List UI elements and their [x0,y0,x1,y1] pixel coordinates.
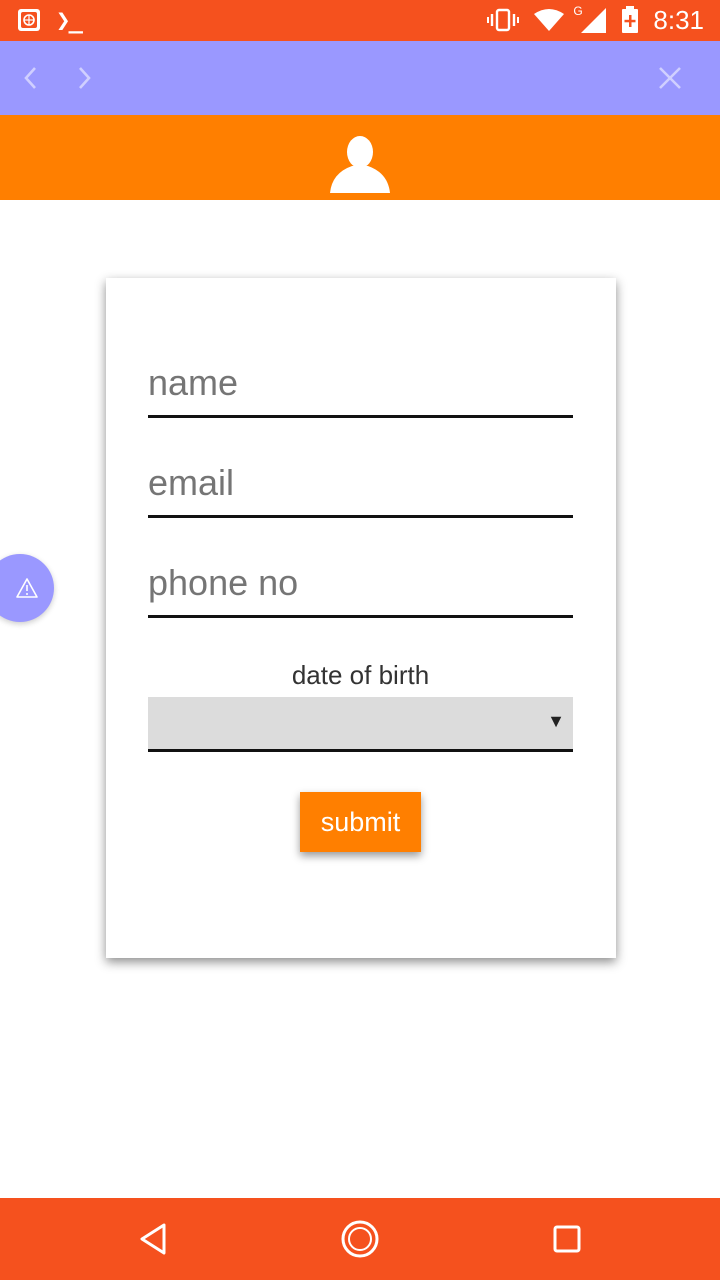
system-back-button[interactable] [131,1217,175,1261]
system-nav-bar [0,1198,720,1280]
back-button[interactable] [13,60,49,96]
phone-input[interactable] [148,556,573,618]
email-input[interactable] [148,456,573,518]
system-home-button[interactable] [338,1217,382,1261]
network-type-label: G [573,4,583,18]
user-icon [330,135,390,193]
warning-icon [15,577,39,599]
battery-charging-icon [621,6,639,34]
screen: ❯_ G 8:31 name email phone no date of bi… [0,0,720,1280]
warning-fab[interactable] [0,554,54,622]
system-recents-button[interactable] [545,1217,589,1261]
close-button[interactable] [652,60,688,96]
registration-form-card: date of birth ▼ submit [106,278,616,958]
forward-button[interactable] [66,60,102,96]
chevron-left-icon [21,64,41,92]
app-icon [16,7,42,33]
home-circle-icon [340,1219,380,1259]
terminal-icon: ❯_ [56,6,83,34]
dropdown-arrow-icon: ▼ [547,711,565,731]
wifi-icon [533,8,565,32]
profile-header [0,115,720,200]
vibrate-icon [487,8,520,32]
browser-nav-bar [0,41,720,115]
close-icon [657,65,683,91]
dob-select[interactable]: ▼ [148,697,573,752]
submit-button[interactable]: submit [300,792,421,852]
clock: 8:31 [653,5,704,35]
status-bar-left: ❯_ [16,6,83,34]
back-triangle-icon [137,1222,169,1256]
status-bar: ❯_ G 8:31 [0,0,720,41]
signal-icon: G [573,4,607,34]
recents-square-icon [552,1224,582,1254]
name-input[interactable] [148,356,573,418]
dob-label: date of birth [291,660,430,690]
status-bar-right: G 8:31 [487,4,704,35]
chevron-right-icon [74,64,94,92]
